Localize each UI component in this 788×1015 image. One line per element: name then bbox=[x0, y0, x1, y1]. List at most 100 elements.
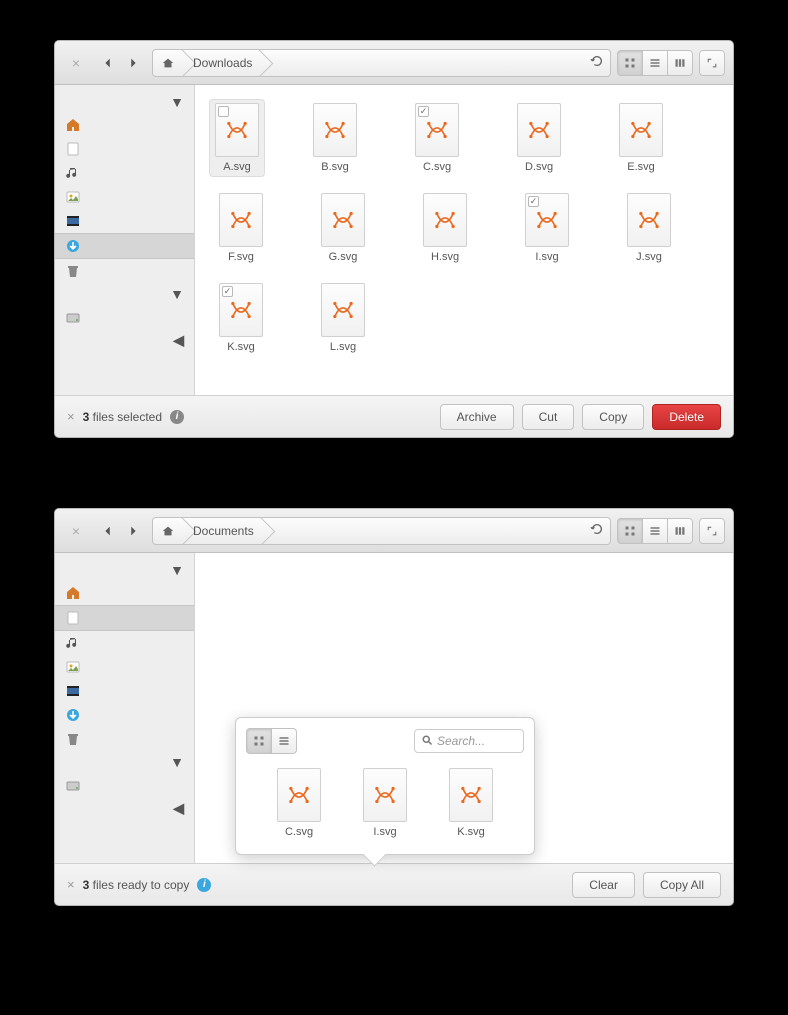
view-grid-button[interactable] bbox=[246, 728, 272, 754]
back-button[interactable] bbox=[95, 50, 121, 76]
forward-button[interactable] bbox=[120, 50, 146, 76]
file-thumbnail bbox=[423, 193, 467, 247]
file-thumbnail bbox=[619, 103, 663, 157]
close-icon[interactable]: × bbox=[63, 518, 89, 544]
file-checkbox[interactable] bbox=[222, 286, 233, 297]
view-grid-button[interactable] bbox=[617, 518, 643, 544]
document-icon bbox=[65, 141, 81, 157]
copy-button[interactable]: Copy bbox=[582, 404, 644, 430]
file-item[interactable]: D.svg bbox=[511, 103, 567, 173]
reload-button[interactable] bbox=[584, 522, 610, 539]
breadcrumb-home[interactable] bbox=[153, 518, 185, 544]
chevron-down-icon: ▼ bbox=[170, 95, 184, 109]
sidebar-item-pictures[interactable] bbox=[55, 655, 194, 679]
sidebar-item-videos[interactable] bbox=[55, 209, 194, 233]
sidebar-item-downloads[interactable] bbox=[55, 233, 194, 259]
sidebar-item-pictures[interactable] bbox=[55, 185, 194, 209]
forward-button[interactable] bbox=[120, 518, 146, 544]
sidebar-section-header[interactable]: ◀ bbox=[55, 329, 194, 351]
music-icon bbox=[65, 635, 81, 651]
file-item[interactable]: E.svg bbox=[613, 103, 669, 173]
sidebar-section-header[interactable]: ▼ bbox=[55, 283, 194, 305]
file-manager-window: × Downloads ▼ ▼ ◀ A.svg B.svg C.svg D.svg E.svg F.… bbox=[54, 40, 734, 438]
file-item[interactable]: I.svg bbox=[357, 768, 413, 838]
sidebar-item-videos[interactable] bbox=[55, 679, 194, 703]
file-grid[interactable]: Search... C.svg I.svg K.svg bbox=[195, 553, 733, 863]
fullscreen-button[interactable] bbox=[699, 518, 725, 544]
file-thumbnail bbox=[449, 768, 493, 822]
search-icon bbox=[421, 734, 433, 749]
fullscreen-button[interactable] bbox=[699, 50, 725, 76]
close-icon[interactable]: × bbox=[63, 50, 89, 76]
view-list-button[interactable] bbox=[271, 728, 297, 754]
chevron-down-icon: ▼ bbox=[170, 755, 184, 769]
breadcrumb-current[interactable]: Downloads bbox=[185, 50, 262, 76]
reload-button[interactable] bbox=[584, 54, 610, 71]
file-name: B.svg bbox=[307, 161, 363, 173]
clear-button[interactable]: Clear bbox=[572, 872, 635, 898]
copy-all-button[interactable]: Copy All bbox=[643, 872, 721, 898]
file-name: G.svg bbox=[315, 251, 371, 263]
file-checkbox[interactable] bbox=[528, 196, 539, 207]
file-item[interactable]: B.svg bbox=[307, 103, 363, 173]
file-item[interactable]: K.svg bbox=[213, 283, 269, 353]
nav-buttons bbox=[95, 50, 146, 76]
sidebar-item-trash[interactable] bbox=[55, 259, 194, 283]
sidebar-item-home[interactable] bbox=[55, 581, 194, 605]
breadcrumb-home[interactable] bbox=[153, 50, 185, 76]
cut-button[interactable]: Cut bbox=[522, 404, 575, 430]
sidebar-item-home[interactable] bbox=[55, 113, 194, 137]
file-item[interactable]: C.svg bbox=[271, 768, 327, 838]
view-columns-button[interactable] bbox=[667, 518, 693, 544]
file-checkbox[interactable] bbox=[218, 106, 229, 117]
file-thumbnail bbox=[627, 193, 671, 247]
file-checkbox[interactable] bbox=[418, 106, 429, 117]
clipboard-popover: Search... C.svg I.svg K.svg bbox=[235, 717, 535, 855]
sidebar-item-documents[interactable] bbox=[55, 605, 194, 631]
file-item[interactable]: K.svg bbox=[443, 768, 499, 838]
home-icon bbox=[65, 117, 81, 133]
archive-button[interactable]: Archive bbox=[440, 404, 514, 430]
window-body: ▼ ▼ ◀ Search... C.svg I.svg K.svg bbox=[55, 553, 733, 863]
file-item[interactable]: F.svg bbox=[213, 193, 269, 263]
sidebar: ▼ ▼ ◀ bbox=[55, 85, 195, 395]
file-item[interactable]: C.svg bbox=[409, 103, 465, 173]
file-item[interactable]: L.svg bbox=[315, 283, 371, 353]
sidebar-section-header[interactable]: ▼ bbox=[55, 751, 194, 773]
file-item[interactable]: J.svg bbox=[621, 193, 677, 263]
file-grid[interactable]: A.svg B.svg C.svg D.svg E.svg F.svg G.svg H.svg… bbox=[195, 85, 733, 395]
file-item[interactable]: G.svg bbox=[315, 193, 371, 263]
status-close-button[interactable]: × bbox=[67, 409, 75, 424]
sidebar-section-header[interactable]: ▼ bbox=[55, 559, 194, 581]
sidebar-item-documents[interactable] bbox=[55, 137, 194, 161]
breadcrumb-label: Downloads bbox=[193, 56, 252, 70]
sidebar-item-trash[interactable] bbox=[55, 727, 194, 751]
file-item[interactable]: I.svg bbox=[519, 193, 575, 263]
view-mode-group bbox=[617, 50, 693, 76]
view-columns-button[interactable] bbox=[667, 50, 693, 76]
breadcrumb-current[interactable]: Documents bbox=[185, 518, 264, 544]
sidebar-section-header[interactable]: ▼ bbox=[55, 91, 194, 113]
disk-icon bbox=[65, 777, 81, 793]
status-close-button[interactable]: × bbox=[67, 877, 75, 892]
sidebar-item-filesystem[interactable] bbox=[55, 305, 194, 329]
delete-button[interactable]: Delete bbox=[652, 404, 721, 430]
toolbar: × Documents bbox=[55, 509, 733, 553]
view-list-button[interactable] bbox=[642, 518, 668, 544]
search-input[interactable]: Search... bbox=[414, 729, 524, 753]
sidebar-section-header[interactable]: ◀ bbox=[55, 797, 194, 819]
view-list-button[interactable] bbox=[642, 50, 668, 76]
file-item[interactable]: A.svg bbox=[209, 99, 265, 177]
info-icon[interactable]: i bbox=[197, 878, 211, 892]
sidebar: ▼ ▼ ◀ bbox=[55, 553, 195, 863]
sidebar-item-downloads[interactable] bbox=[55, 703, 194, 727]
file-name: H.svg bbox=[417, 251, 473, 263]
back-button[interactable] bbox=[95, 518, 121, 544]
info-icon[interactable]: i bbox=[170, 410, 184, 424]
view-grid-button[interactable] bbox=[617, 50, 643, 76]
file-name: J.svg bbox=[621, 251, 677, 263]
sidebar-item-music[interactable] bbox=[55, 631, 194, 655]
file-item[interactable]: H.svg bbox=[417, 193, 473, 263]
sidebar-item-filesystem[interactable] bbox=[55, 773, 194, 797]
sidebar-item-music[interactable] bbox=[55, 161, 194, 185]
